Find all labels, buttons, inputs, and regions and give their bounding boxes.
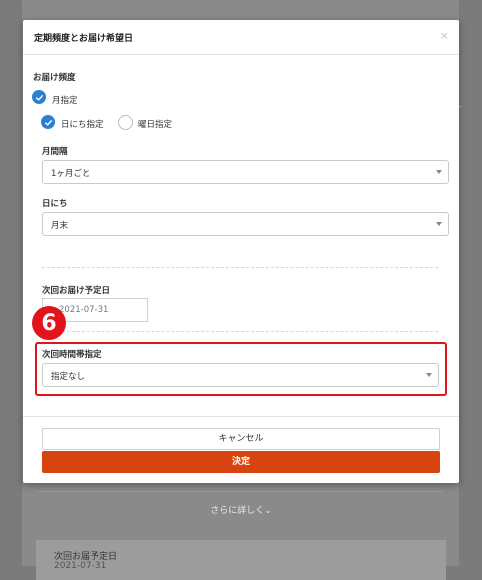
more-details-link[interactable]: さらに詳しく⌄ [0, 503, 482, 516]
chevron-down-icon [426, 373, 432, 377]
frequency-modal: 定期頻度とお届け希望日 × お届け頻度 月指定 日にち指定 曜日指定 月間隔 1… [23, 20, 459, 483]
section-divider [42, 267, 438, 268]
time-slot-select[interactable]: 指定なし [42, 363, 439, 387]
interval-select-value: 1ヶ月ごと [51, 169, 91, 179]
section-divider [42, 331, 438, 332]
day-option-label[interactable]: 日にち指定 [61, 118, 104, 130]
monthly-option-label[interactable]: 月指定 [52, 94, 78, 106]
delivery-frequency-label: お届け頻度 [33, 73, 76, 83]
step-number-badge: 6 [32, 306, 66, 340]
interval-select[interactable]: 1ヶ月ごと [42, 160, 449, 184]
chevron-down-icon [436, 222, 442, 226]
background-divider [38, 491, 443, 492]
cancel-button[interactable]: キャンセル [42, 428, 440, 450]
chevron-down-icon [436, 170, 442, 174]
background-edge [459, 106, 462, 107]
background-card-value: 2021-07-31 [54, 561, 107, 571]
next-delivery-label: 次回お届け予定日 [42, 286, 111, 296]
weekday-option-radio[interactable] [118, 115, 133, 130]
day-select[interactable]: 月末 [42, 212, 449, 236]
monthly-check-icon[interactable] [32, 90, 46, 104]
day-select-value: 月末 [51, 221, 69, 231]
next-delivery-date-value: 2021-07-31 [59, 305, 109, 315]
weekday-option-label[interactable]: 曜日指定 [138, 118, 172, 130]
confirm-button[interactable]: 決定 [42, 451, 440, 473]
modal-footer-divider [23, 416, 459, 417]
interval-label: 月間隔 [42, 147, 68, 157]
modal-header: 定期頻度とお届け希望日 × [23, 20, 459, 55]
time-slot-select-value: 指定なし [51, 372, 86, 382]
close-icon[interactable]: × [440, 29, 449, 42]
day-label: 日にち [42, 199, 68, 209]
time-slot-label: 次回時間帯指定 [42, 350, 102, 360]
modal-title: 定期頻度とお届け希望日 [34, 34, 134, 44]
day-option-check-icon[interactable] [41, 115, 55, 129]
background-next-delivery-card: 次回お届予定日 2021-07-31 [36, 540, 446, 580]
